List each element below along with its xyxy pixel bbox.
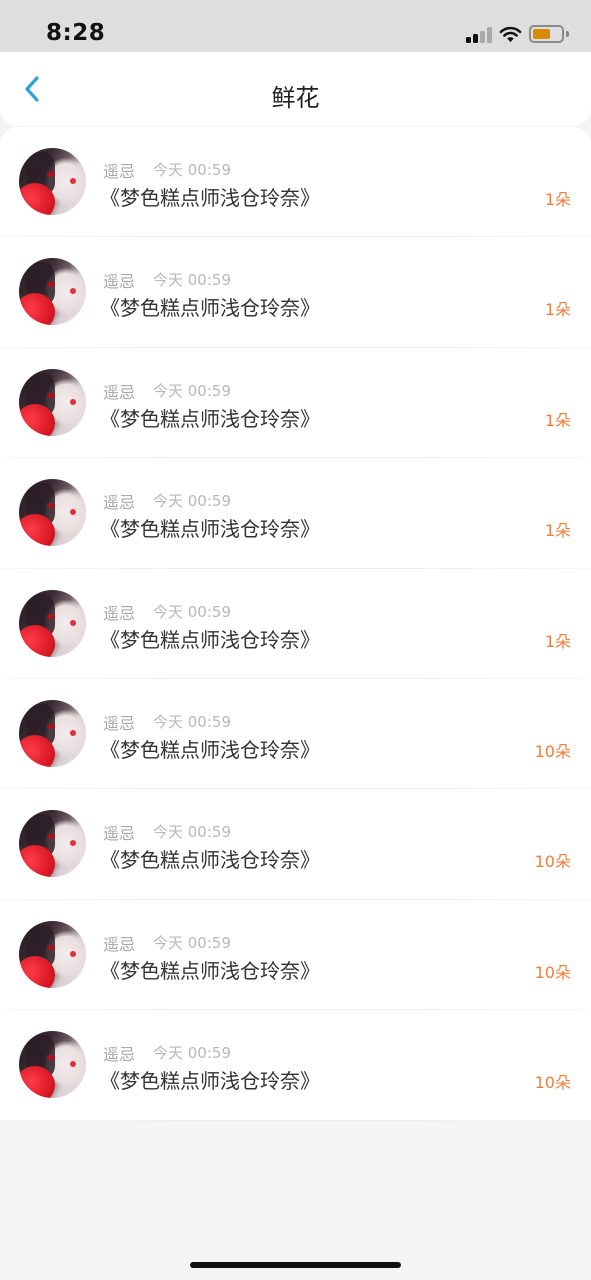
flower-count: 10朵: [534, 962, 571, 982]
timestamp: 今天 00:59: [153, 602, 231, 621]
battery-level: [533, 29, 550, 39]
book-title: 《梦色糕点师浅仓玲奈》: [100, 186, 320, 210]
avatar[interactable]: [19, 699, 86, 767]
avatar[interactable]: [19, 589, 86, 657]
timestamp: 今天 00:59: [153, 823, 231, 842]
page-title: 鲜花: [271, 84, 320, 112]
navigation-bar: 鲜花: [0, 52, 591, 126]
flower-count: 10朵: [534, 741, 571, 761]
list-item[interactable]: 遥忌 今天 00:59 《梦色糕点师浅仓玲奈》 1朵: [0, 237, 591, 348]
avatar[interactable]: [19, 479, 86, 547]
flower-count: 1朵: [544, 521, 571, 541]
book-title: 《梦色糕点师浅仓玲奈》: [100, 1069, 320, 1094]
timestamp: 今天 00:59: [153, 271, 231, 290]
list-item[interactable]: 遥忌 今天 00:59 《梦色糕点师浅仓玲奈》 10朵: [0, 900, 591, 1011]
list-item[interactable]: 遥忌 今天 00:59 《梦色糕点师浅仓玲奈》 10朵: [0, 789, 591, 900]
flower-count: 10朵: [534, 1073, 571, 1093]
timestamp: 今天 00:59: [153, 381, 231, 400]
username: 遥忌: [103, 713, 136, 733]
list-item[interactable]: 遥忌 今天 00:59 《梦色糕点师浅仓玲奈》 1朵: [0, 569, 591, 679]
avatar[interactable]: [19, 810, 86, 878]
avatar[interactable]: [19, 148, 86, 215]
username: 遥忌: [103, 272, 136, 292]
flower-count: 10朵: [534, 852, 571, 872]
timestamp: 今天 00:59: [153, 712, 231, 731]
username: 遥忌: [103, 603, 136, 623]
flower-count: 1朵: [544, 300, 571, 320]
flower-count: 1朵: [544, 631, 571, 651]
username: 遥忌: [103, 824, 136, 844]
home-indicator[interactable]: [190, 1262, 401, 1268]
divider: [0, 1119, 591, 1121]
username: 遥忌: [103, 1045, 136, 1065]
cellular-signal-icon: [466, 27, 492, 43]
status-bar: 8:28: [0, 0, 591, 52]
book-title: 《梦色糕点师浅仓玲奈》: [100, 848, 320, 873]
timestamp: 今天 00:59: [153, 1044, 231, 1063]
list-item[interactable]: 遥忌 今天 00:59 《梦色糕点师浅仓玲奈》 10朵: [0, 679, 591, 790]
flower-count: 1朵: [544, 410, 571, 430]
avatar[interactable]: [19, 258, 86, 326]
battery-tip: [566, 31, 569, 37]
status-time: 8:28: [46, 20, 106, 46]
wifi-icon: [499, 26, 522, 43]
timestamp: 今天 00:59: [153, 161, 231, 179]
timestamp: 今天 00:59: [153, 933, 231, 952]
list-item[interactable]: 遥忌 今天 00:59 《梦色糕点师浅仓玲奈》 10朵: [0, 1010, 591, 1121]
flower-count: 1朵: [544, 190, 571, 209]
flower-record-list: 遥忌 今天 00:59 《梦色糕点师浅仓玲奈》 1朵 遥忌 今天 00:59 《…: [0, 127, 591, 1121]
list-item[interactable]: 遥忌 今天 00:59 《梦色糕点师浅仓玲奈》 1朵: [0, 127, 591, 238]
list-item[interactable]: 遥忌 今天 00:59 《梦色糕点师浅仓玲奈》 1朵: [0, 348, 591, 459]
username: 遥忌: [103, 934, 136, 954]
avatar[interactable]: [19, 920, 86, 988]
book-title: 《梦色糕点师浅仓玲奈》: [100, 296, 320, 321]
book-title: 《梦色糕点师浅仓玲奈》: [100, 958, 320, 983]
username: 遥忌: [103, 493, 136, 513]
list-item[interactable]: 遥忌 今天 00:59 《梦色糕点师浅仓玲奈》 1朵: [0, 458, 591, 569]
battery-icon: [529, 25, 564, 43]
book-title: 《梦色糕点师浅仓玲奈》: [100, 737, 320, 762]
avatar[interactable]: [19, 368, 86, 436]
book-title: 《梦色糕点师浅仓玲奈》: [100, 406, 320, 431]
username: 遥忌: [103, 162, 136, 181]
username: 遥忌: [103, 382, 136, 402]
book-title: 《梦色糕点师浅仓玲奈》: [100, 627, 320, 652]
timestamp: 今天 00:59: [153, 492, 231, 511]
book-title: 《梦色糕点师浅仓玲奈》: [100, 517, 320, 542]
avatar[interactable]: [19, 1031, 86, 1099]
